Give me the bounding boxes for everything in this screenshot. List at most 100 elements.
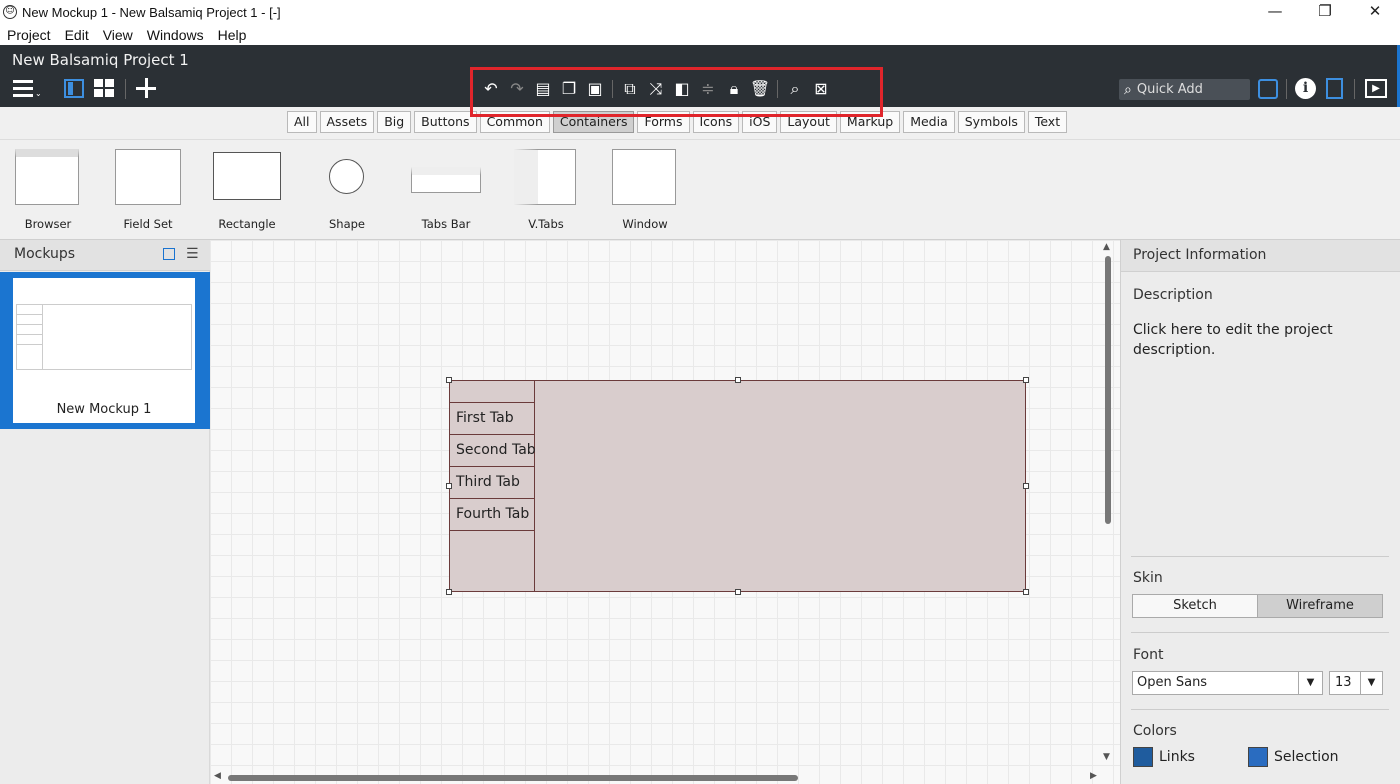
links-color-swatch[interactable] bbox=[1133, 747, 1153, 767]
search-icon[interactable]: ⌕ bbox=[782, 76, 808, 102]
font-family-select[interactable]: Open Sans ▼ bbox=[1132, 671, 1323, 695]
font-size-select[interactable]: 13 ▼ bbox=[1329, 671, 1383, 695]
filter-text[interactable]: Text bbox=[1027, 111, 1068, 133]
component-label: Field Set bbox=[123, 217, 173, 231]
filter-forms[interactable]: Forms bbox=[637, 111, 690, 133]
scroll-up-icon[interactable]: ▲ bbox=[1103, 242, 1110, 252]
filter-big[interactable]: Big bbox=[377, 111, 412, 133]
copy-icon[interactable]: ❐ bbox=[556, 76, 582, 102]
chevron-down-icon[interactable]: ▼ bbox=[1298, 672, 1322, 694]
resize-handle[interactable] bbox=[446, 589, 452, 595]
filter-all[interactable]: All bbox=[287, 111, 317, 133]
arrange-icon[interactable]: ◧ bbox=[669, 76, 695, 102]
scroll-down-icon[interactable]: ▼ bbox=[1103, 752, 1110, 762]
filter-assets[interactable]: Assets bbox=[319, 111, 375, 133]
component-shape[interactable]: Shape bbox=[299, 146, 395, 234]
properties-panel-title: Project Information bbox=[1133, 247, 1267, 263]
grid-view-icon[interactable] bbox=[94, 79, 114, 98]
menu-edit[interactable]: Edit bbox=[58, 27, 96, 43]
hamburger-menu-icon[interactable]: ⌄ bbox=[13, 79, 45, 99]
mockups-panel-header: Mockups ☰ bbox=[0, 240, 210, 271]
vtab-third[interactable]: Third Tab bbox=[450, 467, 534, 499]
vtab-first[interactable]: First Tab bbox=[450, 403, 534, 435]
info-icon[interactable]: i bbox=[1295, 78, 1316, 99]
cut-icon[interactable]: ▤ bbox=[530, 76, 556, 102]
lock-icon[interactable]: 🔒︎ bbox=[721, 76, 747, 102]
resize-handle[interactable] bbox=[1023, 483, 1029, 489]
filter-layout[interactable]: Layout bbox=[780, 111, 837, 133]
selection-color-swatch[interactable] bbox=[1248, 747, 1268, 767]
window-controls: — ❐ ✕ bbox=[1250, 0, 1400, 24]
filter-media[interactable]: Media bbox=[903, 111, 955, 133]
project-title: New Balsamiq Project 1 bbox=[12, 51, 189, 69]
component-tabs-bar[interactable]: Tabs Bar bbox=[398, 146, 494, 234]
group-icon[interactable]: ⧉ bbox=[617, 76, 643, 102]
quick-add-search[interactable]: ⌕ Quick Add bbox=[1119, 79, 1250, 100]
menu-view[interactable]: View bbox=[96, 27, 140, 43]
design-canvas[interactable]: First Tab Second Tab Third Tab Fourth Ta… bbox=[210, 240, 1120, 784]
component-vtabs[interactable]: V.Tabs bbox=[498, 146, 594, 234]
notes-icon[interactable] bbox=[1326, 78, 1343, 99]
mockup-thumbnail-card[interactable]: New Mockup 1 bbox=[0, 272, 210, 429]
close-button[interactable]: ✕ bbox=[1350, 0, 1400, 24]
menu-help[interactable]: Help bbox=[211, 27, 254, 43]
resize-handle[interactable] bbox=[446, 483, 452, 489]
menu-windows[interactable]: Windows bbox=[140, 27, 211, 43]
project-description[interactable]: Click here to edit the project descripti… bbox=[1133, 320, 1373, 360]
panel-toggle-icon[interactable] bbox=[64, 79, 84, 98]
component-field-set[interactable]: Field Set bbox=[100, 146, 196, 234]
filter-containers[interactable]: Containers bbox=[552, 111, 635, 133]
resize-handle[interactable] bbox=[735, 377, 741, 383]
align-icon[interactable]: ≑ bbox=[695, 76, 721, 102]
skin-sketch-button[interactable]: Sketch bbox=[1133, 595, 1257, 617]
horizontal-scroll-thumb[interactable] bbox=[228, 775, 798, 781]
filter-markup[interactable]: Markup bbox=[839, 111, 901, 133]
clear-icon[interactable]: ⊠ bbox=[808, 76, 834, 102]
add-mockup-icon[interactable] bbox=[136, 78, 156, 98]
paste-icon[interactable]: ▣ bbox=[582, 76, 608, 102]
menu-project[interactable]: Project bbox=[0, 27, 58, 43]
redo-icon[interactable]: ↷ bbox=[504, 76, 530, 102]
resize-handle[interactable] bbox=[446, 377, 452, 383]
vtabs-widget[interactable]: First Tab Second Tab Third Tab Fourth Ta… bbox=[449, 380, 1026, 592]
vtabs-header bbox=[450, 381, 534, 403]
component-window[interactable]: Window bbox=[597, 146, 693, 234]
filter-ios[interactable]: iOS bbox=[742, 111, 778, 133]
chevron-down-icon[interactable]: ▼ bbox=[1360, 672, 1382, 694]
selection-label: Selection bbox=[1274, 749, 1339, 765]
vertical-scroll-thumb[interactable] bbox=[1105, 256, 1111, 524]
ungroup-icon[interactable]: ⤨ bbox=[643, 76, 669, 102]
filter-icons[interactable]: Icons bbox=[692, 111, 740, 133]
present-mode-icon[interactable] bbox=[1258, 79, 1278, 99]
restore-button[interactable]: ❐ bbox=[1300, 0, 1350, 24]
component-library: Browser Field Set Rectangle Shape Tabs B… bbox=[0, 140, 1400, 240]
vtab-second[interactable]: Second Tab bbox=[450, 435, 536, 467]
divider bbox=[1131, 632, 1389, 633]
scroll-right-icon[interactable]: ▶ bbox=[1090, 771, 1097, 781]
thumbnail-view-icon[interactable] bbox=[163, 248, 175, 260]
preview-tab bbox=[17, 305, 42, 315]
resize-handle[interactable] bbox=[1023, 377, 1029, 383]
resize-handle[interactable] bbox=[1023, 589, 1029, 595]
skin-wireframe-button[interactable]: Wireframe bbox=[1257, 595, 1382, 617]
edit-toolbar: ↶ ↷ ▤ ❐ ▣ ⧉ ⤨ ◧ ≑ 🔒︎ 🗑︎ ⌕ ⊠ bbox=[478, 72, 834, 106]
fullscreen-icon[interactable]: ▶ bbox=[1365, 79, 1387, 98]
resize-handle[interactable] bbox=[735, 589, 741, 595]
minimize-button[interactable]: — bbox=[1250, 0, 1300, 24]
vertical-scrollbar[interactable]: ▲ ▼ bbox=[1102, 240, 1114, 772]
window-titlebar: ☺ New Mockup 1 - New Balsamiq Project 1 … bbox=[0, 0, 1400, 24]
filter-buttons: All Assets Big Buttons Common Containers… bbox=[287, 111, 1068, 133]
vtab-fourth[interactable]: Fourth Tab bbox=[450, 499, 534, 531]
scroll-left-icon[interactable]: ◀ bbox=[214, 771, 221, 781]
horizontal-scrollbar[interactable]: ◀ ▶ bbox=[210, 771, 1105, 784]
trash-icon[interactable]: 🗑︎ bbox=[747, 76, 773, 102]
component-label: Shape bbox=[328, 217, 365, 231]
filter-common[interactable]: Common bbox=[479, 111, 550, 133]
component-browser[interactable]: Browser bbox=[0, 146, 96, 234]
filter-symbols[interactable]: Symbols bbox=[957, 111, 1025, 133]
shape-thumbnail bbox=[329, 159, 364, 194]
filter-buttons[interactable]: Buttons bbox=[414, 111, 477, 133]
component-rectangle[interactable]: Rectangle bbox=[199, 146, 295, 234]
list-view-icon[interactable]: ☰ bbox=[186, 247, 199, 261]
undo-icon[interactable]: ↶ bbox=[478, 76, 504, 102]
